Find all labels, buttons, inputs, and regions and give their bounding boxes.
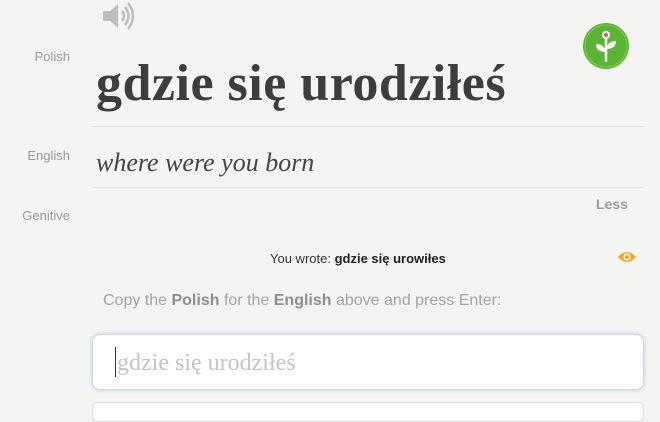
speaker-icon[interactable] (100, 0, 136, 32)
text-caret (115, 347, 116, 377)
polish-prompt-text: gdzie się urodziłeś (96, 55, 507, 112)
eye-icon[interactable] (617, 250, 637, 264)
instruction-text: Copy the Polish for the English above an… (103, 292, 501, 310)
instruction-target-language: English (273, 292, 332, 309)
divider (92, 126, 644, 127)
less-toggle-link[interactable]: Less (596, 196, 628, 212)
divider (92, 187, 644, 188)
genitive-label: Genitive (22, 208, 70, 223)
you-wrote-label: You wrote: (270, 251, 331, 266)
instruction-part: above and press Enter: (331, 292, 502, 309)
instruction-part: Copy the (103, 292, 172, 309)
polish-label: Polish (34, 49, 70, 64)
english-translation-text: where were you born (96, 148, 315, 177)
instruction-part: for the (219, 292, 274, 309)
memrise-flower-logo (583, 23, 629, 69)
answer-placeholder: gdzie się urodziłeś (117, 350, 296, 376)
answer-input[interactable]: gdzie się urodziłeś (92, 334, 644, 390)
instruction-source-language: Polish (171, 292, 220, 309)
you-wrote-feedback: You wrote: gdzie się urowiłes (270, 251, 446, 266)
you-wrote-value: gdzie się urowiłes (334, 251, 446, 266)
next-panel (92, 402, 644, 422)
english-label: English (27, 148, 70, 163)
